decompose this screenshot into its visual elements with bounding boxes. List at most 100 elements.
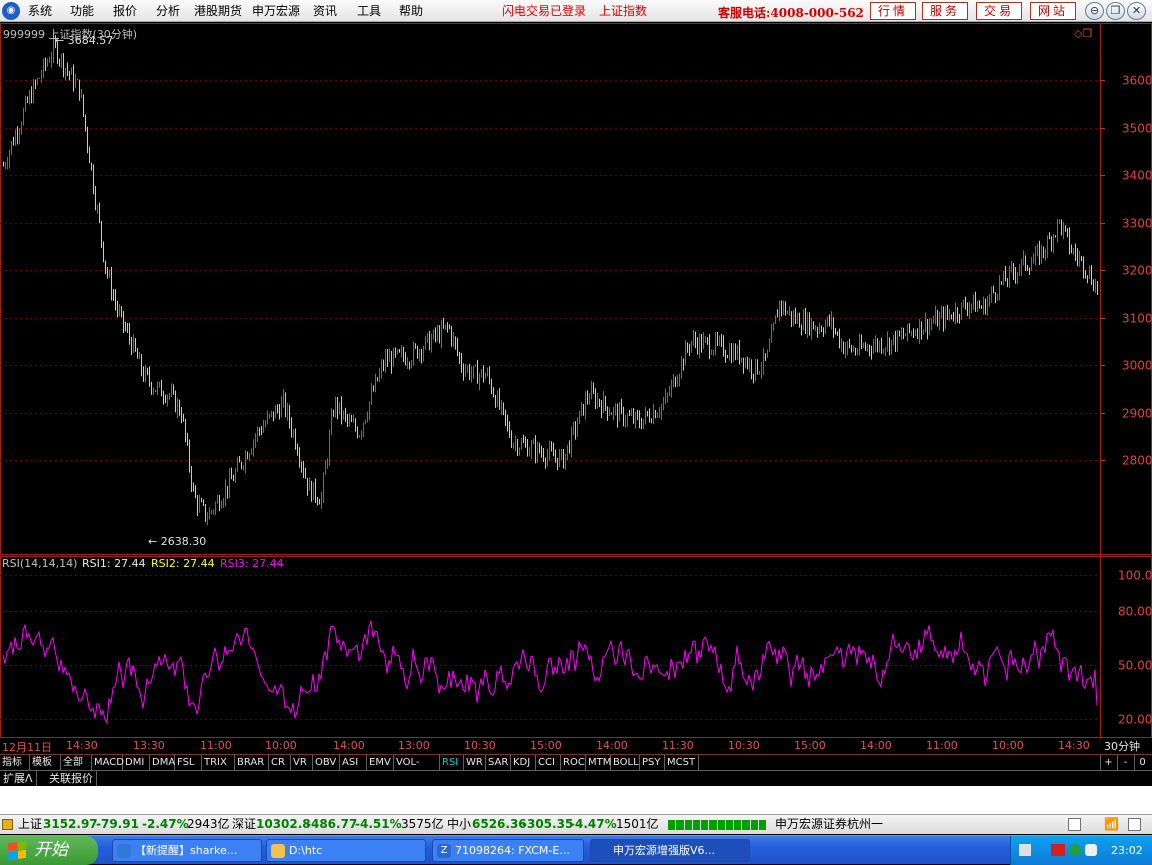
- panel-toggle-icon: ◇❐: [1074, 27, 1092, 40]
- menu-analysis[interactable]: 分析: [156, 3, 180, 19]
- indicator-tab-psy[interactable]: PSY: [640, 755, 665, 771]
- zx-pct: -4.47%: [570, 817, 617, 831]
- indicator-tab-obv[interactable]: OBV: [313, 755, 340, 771]
- system-tray: 23:02: [1010, 836, 1152, 865]
- indicator-tab-trix[interactable]: TRIX: [202, 755, 235, 771]
- website-button[interactable]: 网站: [1030, 2, 1076, 20]
- indicator-tab-dma[interactable]: DMA: [150, 755, 175, 771]
- zx-value: 6526.36: [472, 817, 527, 831]
- rsi1-label: RSI1: 27.44: [82, 557, 146, 570]
- indicator-tab-kdj[interactable]: KDJ: [511, 755, 536, 771]
- minimize-icon[interactable]: ⊖: [1085, 2, 1104, 20]
- sz-value: 10302.8: [256, 817, 311, 831]
- menu-system[interactable]: 系统: [28, 3, 52, 19]
- window-icon[interactable]: [1068, 818, 1081, 831]
- indicator-tab-roc[interactable]: ROC: [561, 755, 586, 771]
- extension-panel: [0, 786, 1152, 814]
- period-label[interactable]: 30分钟: [1104, 738, 1140, 754]
- indicator-tab-sar[interactable]: SAR: [486, 755, 511, 771]
- ext-tab-expand[interactable]: 扩展Λ: [0, 771, 37, 787]
- rsi-axis-label: 100.00: [1118, 569, 1152, 583]
- price-axis-label: 3000: [1122, 359, 1152, 373]
- indicator-tab-mcst[interactable]: MCST: [665, 755, 699, 771]
- indicator-tab-mtm[interactable]: MTM: [586, 755, 611, 771]
- price-axis-label: 3500: [1122, 122, 1152, 136]
- indicator-tab-brar[interactable]: BRAR: [235, 755, 269, 771]
- time-axis: 12月11日 14:30 13:30 11:00 10:00 14:00 13:00 10:3…: [0, 739, 1100, 754]
- indicator-tab-cci[interactable]: CCI: [536, 755, 561, 771]
- rsi2-label: RSI2: 27.44: [151, 557, 215, 570]
- price-axis-label: 2800: [1122, 454, 1152, 468]
- service-button[interactable]: 服务: [922, 2, 968, 20]
- minimize-panel-icon[interactable]: [1128, 818, 1141, 831]
- rsi-axis-label: 50.00: [1118, 659, 1152, 673]
- volume-icon[interactable]: [1085, 844, 1097, 856]
- quotes-button[interactable]: 行情: [870, 2, 916, 20]
- app-logo-icon[interactable]: ◉: [2, 2, 20, 20]
- time-tick: 13:00: [398, 739, 430, 752]
- indicator-tab-指标[interactable]: 指标: [0, 755, 30, 771]
- lock-icon[interactable]: [2, 819, 13, 830]
- indicator-tab-boll[interactable]: BOLL: [611, 755, 640, 771]
- start-button[interactable]: 开始: [0, 836, 98, 865]
- current-index-name: 上证指数: [599, 4, 648, 18]
- clock[interactable]: 23:02: [1111, 836, 1143, 865]
- price-axis-label: 3600: [1122, 74, 1152, 88]
- zoom-out-button[interactable]: -: [1117, 755, 1133, 771]
- menu-function[interactable]: 功能: [70, 3, 94, 19]
- rsi-axis-label: 20.00: [1118, 713, 1152, 727]
- indicator-tab-vr[interactable]: VR: [291, 755, 313, 771]
- rsi-line: [2, 620, 1098, 725]
- sh-value: 3152.97: [43, 817, 98, 831]
- time-tick: 10:30: [728, 739, 760, 752]
- task-browser[interactable]: 【新提醒】sharke...: [112, 839, 262, 862]
- task-shenwan[interactable]: 申万宏源增强版V6...: [590, 839, 750, 862]
- taskbar: 开始 【新提醒】sharke... D:\htc Z 71098264: FXC…: [0, 835, 1152, 865]
- menu-news[interactable]: 资讯: [313, 3, 337, 19]
- price-axis-label: 3100: [1122, 312, 1152, 326]
- sz-amount: 3575亿: [401, 817, 444, 831]
- zoom-in-button[interactable]: +: [1100, 755, 1116, 771]
- menu-quote[interactable]: 报价: [113, 3, 137, 19]
- trade-button[interactable]: 交易: [976, 2, 1022, 20]
- network-icon[interactable]: [1069, 844, 1081, 856]
- time-tick: 13:30: [133, 739, 165, 752]
- chart-area[interactable]: 3600 3500 3400 3300 3200 3100 3000 2900 2800 100.…: [0, 23, 1152, 739]
- service-phone: 客服电话:4008-000-562: [718, 6, 864, 20]
- indicator-tab-fsl[interactable]: FSL: [175, 755, 202, 771]
- time-tick: 14:30: [1058, 739, 1090, 752]
- indicator-tab-模板[interactable]: 模板: [30, 755, 61, 771]
- signal-meter: [668, 820, 766, 830]
- menu-help[interactable]: 帮助: [399, 3, 423, 19]
- rsi-header: RSI(14,14,14): [2, 557, 78, 570]
- sz-pct: -4.51%: [355, 817, 402, 831]
- indicator-tab-macd[interactable]: MACD: [92, 755, 124, 771]
- task-label: D:\htc: [289, 844, 323, 857]
- broker-name: 申万宏源证券杭州一: [775, 817, 884, 831]
- indicator-tab-vol-tdx[interactable]: VOL-TDX: [394, 755, 440, 784]
- low-marker-label: ← 2638.30: [148, 535, 206, 548]
- close-icon[interactable]: ✕: [1127, 2, 1146, 20]
- antivirus-icon[interactable]: [1051, 844, 1065, 856]
- chart-svg[interactable]: 3600 3500 3400 3300 3200 3100 3000 2900 2800 100.…: [0, 23, 1152, 739]
- ext-tab-related-quotes[interactable]: 关联报价: [46, 771, 97, 787]
- indicator-tab-全部[interactable]: 全部: [61, 755, 92, 771]
- restore-icon[interactable]: ❐: [1106, 2, 1125, 20]
- indicator-tab-dmi[interactable]: DMI: [123, 755, 150, 771]
- indicator-tab-rsi[interactable]: RSI: [440, 755, 464, 771]
- task-folder[interactable]: D:\htc: [266, 839, 426, 862]
- menu-tools[interactable]: 工具: [357, 3, 381, 19]
- indicator-tab-emv[interactable]: EMV: [367, 755, 394, 771]
- keyboard-icon[interactable]: [1019, 844, 1031, 856]
- indicator-tab-wr[interactable]: WR: [464, 755, 486, 771]
- task-fxcm[interactable]: Z 71098264: FXCM-E...: [432, 839, 584, 862]
- chat-icon: Z: [437, 844, 451, 858]
- time-tick: 10:00: [992, 739, 1024, 752]
- reset-button[interactable]: 0: [1134, 755, 1150, 771]
- menu-shenwan[interactable]: 申万宏源: [252, 3, 300, 19]
- ie-icon: [117, 844, 131, 858]
- menu-hk-futures[interactable]: 港股期货: [194, 3, 242, 19]
- indicator-tab-cr[interactable]: CR: [269, 755, 291, 771]
- indicator-tab-asi[interactable]: ASI: [340, 755, 367, 771]
- antenna-icon[interactable]: 📶: [1104, 818, 1119, 831]
